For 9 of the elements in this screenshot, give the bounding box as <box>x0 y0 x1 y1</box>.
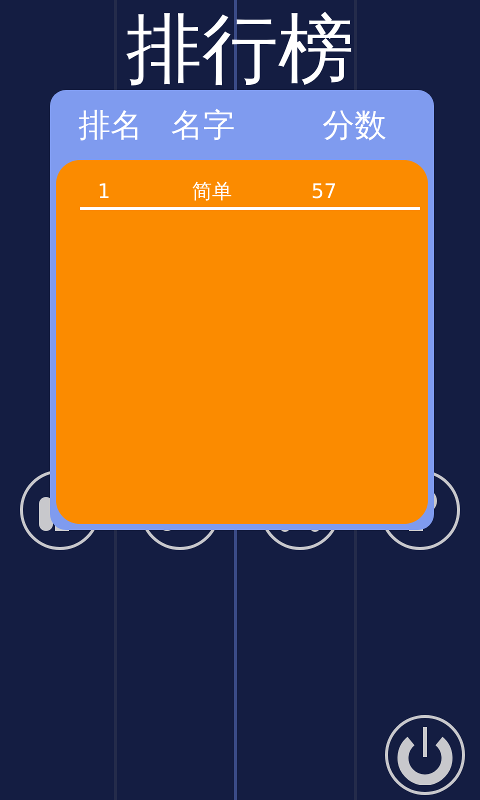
name-cell-text: 简单 <box>191 178 233 204</box>
column-header: 名字 <box>170 105 236 146</box>
score-cell-text: 57 <box>310 178 338 204</box>
page-title: 排行榜 <box>126 4 354 94</box>
column-header: 分数 <box>322 105 388 146</box>
column-header: 排名 <box>77 105 144 146</box>
power-button[interactable] <box>385 715 465 795</box>
rank-cell-text: 1 <box>96 178 112 204</box>
power-icon <box>397 725 453 785</box>
